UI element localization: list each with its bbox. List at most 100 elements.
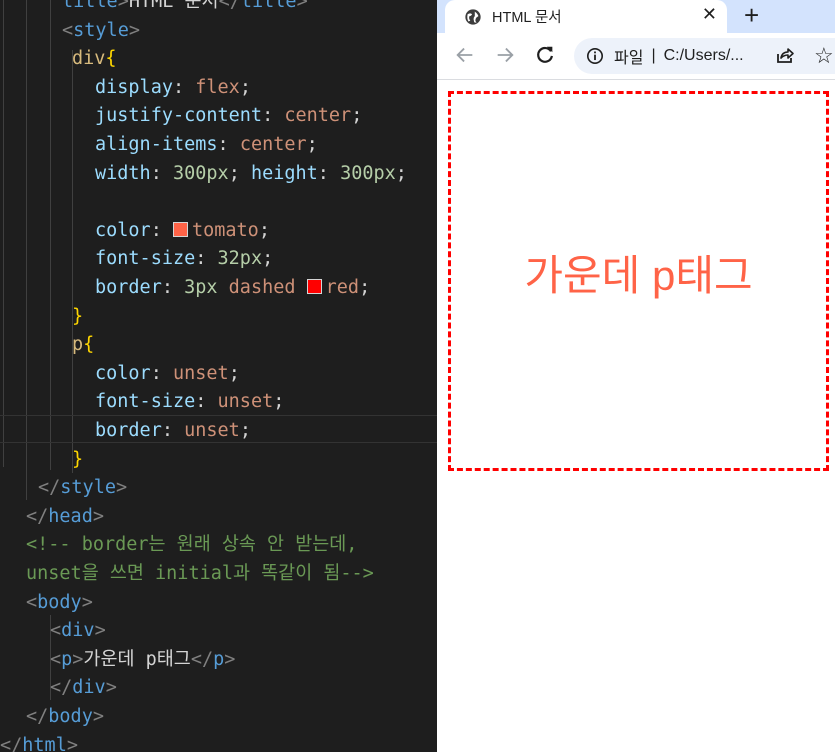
code-token: > [128, 19, 140, 41]
code-line: align-items: center; [95, 131, 318, 160]
address-bar[interactable]: 파일 | C:/Users/... [574, 38, 835, 74]
new-tab-button[interactable]: + [744, 0, 759, 30]
code-token: color [95, 219, 151, 241]
code-token: body [48, 706, 93, 727]
bookmark-star-icon[interactable]: ☆ [814, 43, 834, 69]
code-token: : [262, 105, 285, 127]
code-token: </ [26, 505, 49, 527]
code-token: </ [50, 677, 73, 699]
code-line: unset을 쓰면 initial과 똑같이 됨--> [26, 560, 374, 589]
code-token: < [26, 591, 38, 613]
code-token: head [48, 505, 93, 527]
code-line: </head> [26, 503, 104, 532]
code-token: p [72, 334, 84, 356]
color-swatch [172, 221, 188, 237]
centered-div: 가운데 p태그 [448, 91, 829, 471]
code-token: } [72, 448, 84, 470]
code-token: ; [359, 277, 371, 298]
code-token: font-size [95, 248, 196, 270]
code-token: : [217, 134, 240, 155]
code-token: : [317, 162, 341, 184]
code-token: : [150, 362, 173, 384]
indent-guide [3, 0, 4, 467]
code-token: > [224, 648, 236, 670]
code-token: border [95, 277, 162, 298]
code-line: <body> [26, 589, 93, 618]
code-token: > [81, 591, 93, 613]
browser-window: HTML 문서 ✕ + 파일 | C:/Users/... ☆ 가운데 p태그 [437, 0, 835, 752]
code-token: unset [172, 362, 229, 384]
tab-title: HTML 문서 [492, 10, 562, 26]
code-token: > [296, 0, 308, 12]
reload-icon[interactable] [534, 44, 556, 66]
code-token: center [239, 134, 307, 155]
code-line: } [72, 303, 83, 332]
code-token: > [72, 648, 84, 670]
code-token: center [284, 105, 352, 127]
code-token: < [50, 648, 62, 670]
info-icon[interactable] [586, 47, 604, 65]
code-token: color [95, 362, 151, 384]
indent-guide [50, 0, 51, 470]
url-separator: | [651, 47, 656, 64]
code-token: > [94, 620, 106, 642]
code-line: font-size: unset; [95, 388, 284, 417]
code-token: unset을 쓰면 initial과 똑같이 됨--> [26, 563, 374, 584]
code-token: div [72, 48, 106, 70]
code-token: </ [190, 648, 214, 670]
code-token: ; [228, 162, 251, 184]
code-token: : [172, 76, 196, 98]
code-line: <style> [62, 17, 140, 46]
tab-strip: HTML 문서 ✕ + [437, 0, 835, 33]
code-line: <p>가운데 p태그</p> [50, 646, 235, 675]
tab-html-document[interactable]: HTML 문서 ✕ [445, 0, 727, 33]
code-line: color: unset; [95, 360, 240, 389]
code-token: flex [195, 76, 240, 98]
close-tab-icon[interactable]: ✕ [702, 4, 717, 25]
code-token: > [115, 477, 128, 499]
code-token: p [61, 648, 73, 670]
code-token: { [83, 334, 95, 356]
code-token: dashed [228, 277, 296, 298]
code-line: border: unset; [95, 417, 251, 446]
centered-paragraph: 가운데 p태그 [524, 251, 753, 299]
code-token: unset [217, 391, 274, 413]
code-line: p{ [72, 331, 94, 360]
code-token: > [66, 734, 78, 752]
code-token: width [95, 162, 151, 184]
code-line: width: 300px; height: 300px; [95, 160, 407, 189]
code-token: > [105, 677, 117, 699]
code-line: </html> [0, 732, 78, 752]
share-icon[interactable] [775, 45, 795, 65]
code-line: font-size: 32px; [95, 245, 273, 274]
code-line: title>HTML 문서</title> [62, 0, 308, 17]
url-text[interactable]: C:/Users/... [664, 47, 744, 65]
url-scheme-label: 파일 [614, 50, 644, 67]
code-token: < [50, 620, 62, 642]
code-token: HTML 문서 [128, 0, 219, 12]
code-line: div{ [72, 45, 117, 74]
code-token: 가운데 p태그 [83, 648, 191, 670]
code-token: body [37, 591, 82, 613]
code-token: </ [38, 477, 61, 499]
forward-arrow-icon[interactable] [494, 44, 516, 66]
code-token: title [240, 0, 297, 12]
code-token: : [161, 420, 185, 441]
code-line: </div> [50, 674, 117, 703]
code-line: justify-content: center; [95, 102, 362, 131]
code-token: font-size [95, 391, 196, 413]
code-token: > [92, 505, 104, 527]
code-token: < [62, 19, 74, 41]
code-token: align-items [95, 134, 218, 155]
code-line: </style> [38, 474, 127, 503]
code-token: tomato [191, 219, 259, 241]
code-token: </ [26, 706, 49, 727]
code-token: div [72, 677, 106, 699]
code-token: 32px [217, 248, 263, 270]
back-arrow-icon[interactable] [454, 44, 476, 66]
code-token: style [60, 477, 116, 499]
code-token: : [195, 248, 218, 270]
code-editor[interactable]: title>HTML 문서</title> <style> div{display:… [0, 0, 437, 752]
code-line: display: flex; [95, 74, 251, 103]
